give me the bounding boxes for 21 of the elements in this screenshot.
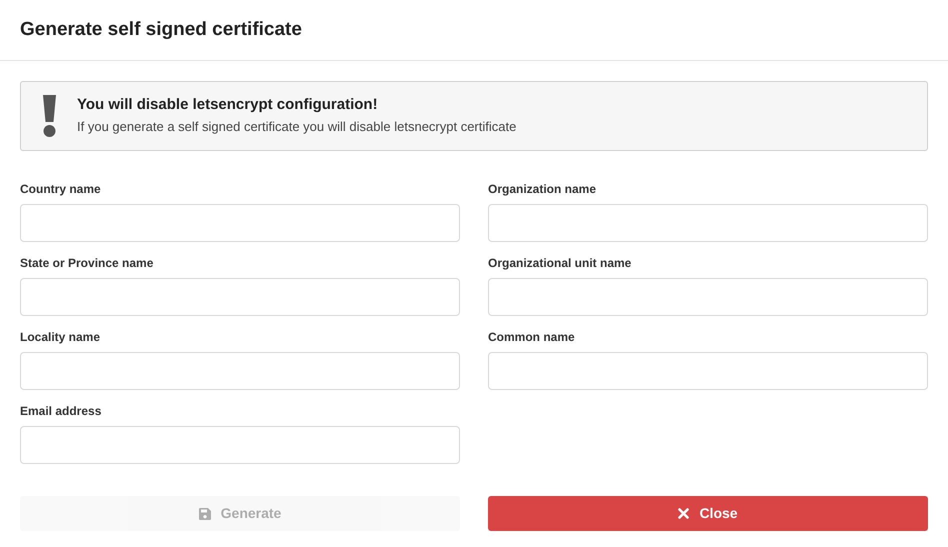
exclamation-icon [42,95,57,137]
field-label: Common name [488,330,575,345]
input-field[interactable] [488,278,928,316]
alert-message: If you generate a self signed certificate you will disable letsnecrypt certificate [77,118,516,136]
input-field[interactable] [20,278,460,316]
close-icon [678,508,690,519]
field-label: Email address [20,404,102,419]
save-icon [198,508,211,520]
input-field[interactable] [20,352,460,390]
input-field[interactable] [488,352,928,390]
field-label: Locality name [20,330,100,345]
input-field[interactable] [488,204,928,242]
field-label: State or Province name [20,256,154,271]
input-field[interactable] [20,426,460,464]
field-label: Country name [20,182,101,197]
alert-title: You will disable letsencrypt configuration! [77,95,379,115]
close-button[interactable]: Close [488,496,928,531]
field-label: Organizational unit name [488,256,632,271]
input-field[interactable] [20,204,460,242]
dialog-title: Generate self signed certificate [20,18,302,42]
field-label: Organization name [488,182,596,197]
